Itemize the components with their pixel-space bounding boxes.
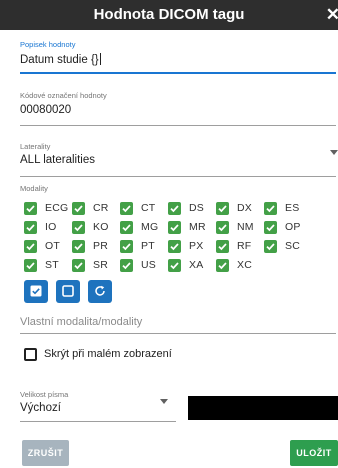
modality-code-label: IO bbox=[45, 221, 57, 233]
font-preview-box bbox=[188, 396, 338, 420]
font-size-select[interactable]: Velikost písma Výchozí bbox=[20, 390, 176, 422]
modality-code-label: XC bbox=[237, 259, 252, 271]
select-all-button[interactable] bbox=[24, 280, 48, 303]
modality-code-label: MG bbox=[141, 221, 159, 233]
modality-code-label: SR bbox=[93, 259, 108, 271]
modality-code-label: RF bbox=[237, 240, 252, 252]
modality-code-label: PX bbox=[189, 240, 204, 252]
checkbox-checked-icon[interactable] bbox=[120, 240, 133, 253]
modality-code-label: OP bbox=[285, 221, 301, 233]
modality-code-label: ST bbox=[45, 259, 59, 271]
checkbox-checked-icon[interactable] bbox=[120, 202, 133, 215]
checkbox-checked-icon[interactable] bbox=[168, 240, 181, 253]
dialog-titlebar: Hodnota DICOM tagu ✕ bbox=[0, 0, 338, 30]
checkbox-checked-icon[interactable] bbox=[264, 240, 277, 253]
checkbox-checked-icon[interactable] bbox=[216, 259, 229, 272]
checkbox-checked-icon bbox=[30, 285, 42, 297]
checkbox-checked-icon[interactable] bbox=[72, 221, 85, 234]
font-size-underline bbox=[20, 421, 176, 422]
laterality-underline bbox=[20, 176, 336, 177]
checkbox-checked-icon[interactable] bbox=[216, 221, 229, 234]
modality-code-label: ES bbox=[285, 202, 300, 214]
font-size-label: Velikost písma bbox=[20, 390, 69, 399]
modality-label: Modality bbox=[20, 184, 48, 193]
modality-code-label: CR bbox=[93, 202, 109, 214]
value-code-field-label: Kódové označení hodnoty bbox=[20, 91, 107, 100]
modality-code-label: NM bbox=[237, 221, 254, 233]
custom-modality-underline bbox=[20, 333, 336, 334]
custom-modality-placeholder: Vlastní modalita/modality bbox=[20, 316, 143, 328]
checkbox-checked-icon[interactable] bbox=[24, 259, 37, 272]
value-code-field[interactable]: Kódové označení hodnoty 00080020 bbox=[20, 91, 336, 127]
modality-code-label: PR bbox=[93, 240, 108, 252]
modality-code-label: DS bbox=[189, 202, 204, 214]
laterality-select[interactable]: Laterality ALL lateralities bbox=[20, 142, 338, 178]
checkbox-checked-icon[interactable] bbox=[72, 202, 85, 215]
checkbox-checked-icon[interactable] bbox=[72, 259, 85, 272]
modality-code-label: CT bbox=[141, 202, 156, 214]
value-label-field-label: Popisek hodnoty bbox=[20, 40, 76, 49]
modality-code-label: XA bbox=[189, 259, 204, 271]
modality-code-label: ECG bbox=[45, 202, 69, 214]
checkbox-checked-icon[interactable] bbox=[24, 202, 37, 215]
checkbox-checked-icon[interactable] bbox=[216, 240, 229, 253]
text-caret bbox=[99, 53, 101, 65]
checkbox-checked-icon[interactable] bbox=[24, 221, 37, 234]
chevron-down-icon[interactable] bbox=[160, 399, 168, 404]
value-label-underline bbox=[20, 72, 336, 74]
dialog-title: Hodnota DICOM tagu bbox=[93, 6, 245, 23]
modality-code-label: US bbox=[141, 259, 156, 271]
modality-code-label: DX bbox=[237, 202, 252, 214]
checkbox-checked-icon[interactable] bbox=[168, 202, 181, 215]
font-size-value: Výchozí bbox=[20, 402, 61, 414]
modality-code-label: KO bbox=[93, 221, 109, 233]
laterality-value: ALL lateralities bbox=[20, 154, 96, 166]
chevron-down-icon[interactable] bbox=[330, 150, 338, 155]
save-button[interactable]: ULOŽIT bbox=[290, 440, 338, 466]
reset-button[interactable] bbox=[88, 280, 112, 303]
modality-code-label: PT bbox=[141, 240, 155, 252]
value-label-input[interactable]: Datum studie {} bbox=[20, 53, 101, 66]
checkbox-checked-icon[interactable] bbox=[168, 259, 181, 272]
laterality-label: Laterality bbox=[20, 142, 51, 151]
custom-modality-input[interactable]: Vlastní modalita/modality bbox=[20, 313, 336, 335]
checkbox-checked-icon[interactable] bbox=[168, 221, 181, 234]
refresh-icon bbox=[95, 285, 105, 296]
hide-small-checkbox[interactable] bbox=[24, 348, 37, 361]
modality-code-label: MR bbox=[189, 221, 206, 233]
deselect-all-button[interactable] bbox=[56, 280, 80, 303]
checkbox-checked-icon[interactable] bbox=[264, 221, 277, 234]
checkbox-checked-icon[interactable] bbox=[72, 240, 85, 253]
value-code-input[interactable]: 00080020 bbox=[20, 104, 71, 116]
checkbox-checked-icon[interactable] bbox=[120, 221, 133, 234]
value-label-field[interactable]: Popisek hodnoty Datum studie {} bbox=[20, 40, 336, 74]
checkbox-checked-icon[interactable] bbox=[24, 240, 37, 253]
close-icon[interactable]: ✕ bbox=[326, 5, 338, 25]
value-label-text: Datum studie {} bbox=[20, 54, 99, 66]
checkbox-checked-icon[interactable] bbox=[120, 259, 133, 272]
value-code-underline bbox=[20, 125, 336, 126]
hide-small-label: Skrýt při malém zobrazení bbox=[44, 348, 172, 360]
checkbox-empty-icon bbox=[62, 285, 74, 297]
checkbox-checked-icon[interactable] bbox=[216, 202, 229, 215]
modality-code-label: OT bbox=[45, 240, 60, 252]
cancel-button[interactable]: ZRUŠIT bbox=[22, 440, 69, 466]
modality-code-label: SC bbox=[285, 240, 300, 252]
checkbox-checked-icon[interactable] bbox=[264, 202, 277, 215]
